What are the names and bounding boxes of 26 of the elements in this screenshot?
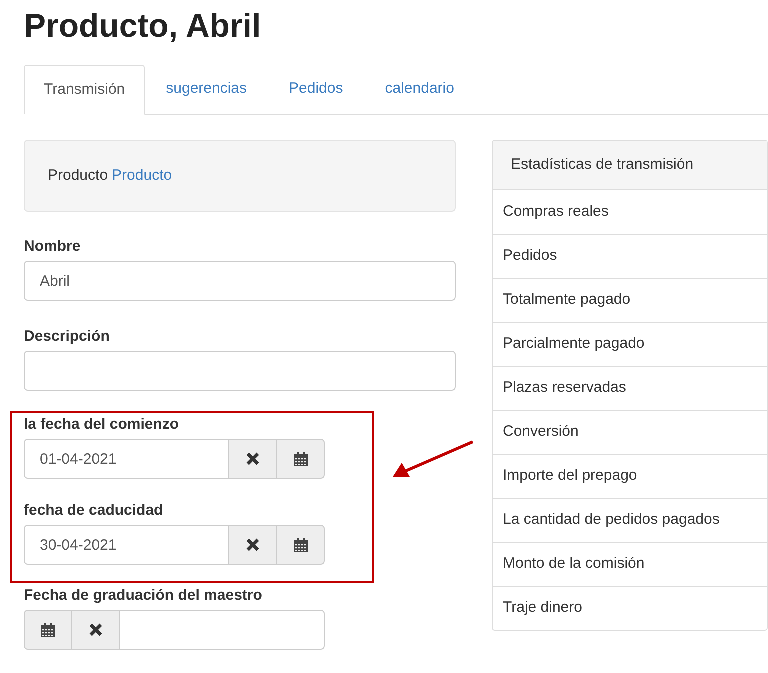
list-item: Conversión: [493, 410, 767, 454]
list-item: Traje dinero: [493, 586, 767, 630]
input-field[interactable]: 01-04-2021: [24, 439, 229, 479]
list-item: Plazas reservadas: [493, 366, 767, 410]
tab[interactable]: Pedidos: [268, 65, 364, 114]
field-label: la fecha del comienzo: [24, 415, 180, 435]
field-label: Descripción: [24, 327, 111, 347]
input-field[interactable]: Abril: [24, 261, 456, 301]
product-link[interactable]: Producto: [112, 164, 172, 188]
tab[interactable]: Transmisión: [24, 65, 146, 115]
tab[interactable]: sugerencias: [145, 65, 268, 114]
panel-heading: Estadísticas de transmisión: [493, 141, 767, 190]
list-item: La cantidad de pedidos pagados: [493, 498, 767, 542]
field-label: fecha de caducidad: [24, 501, 164, 521]
list-item: Compras reales: [502, 202, 610, 222]
list-item: Pedidos: [493, 234, 767, 278]
tab[interactable]: calendario: [364, 65, 476, 114]
list-item: Parcialmente pagado: [493, 322, 767, 366]
page-title: Producto, Abril: [24, 6, 262, 46]
list-item: Importe del prepago: [493, 454, 767, 498]
field-label: Fecha de graduación del maestro: [24, 586, 264, 606]
product-label: Producto: [48, 166, 108, 186]
list-item: Monto de la comisión: [493, 542, 767, 586]
input-field[interactable]: 30-04-2021: [24, 525, 229, 565]
field-label: Nombre: [24, 237, 82, 257]
list-item: Totalmente pagado: [493, 278, 767, 322]
